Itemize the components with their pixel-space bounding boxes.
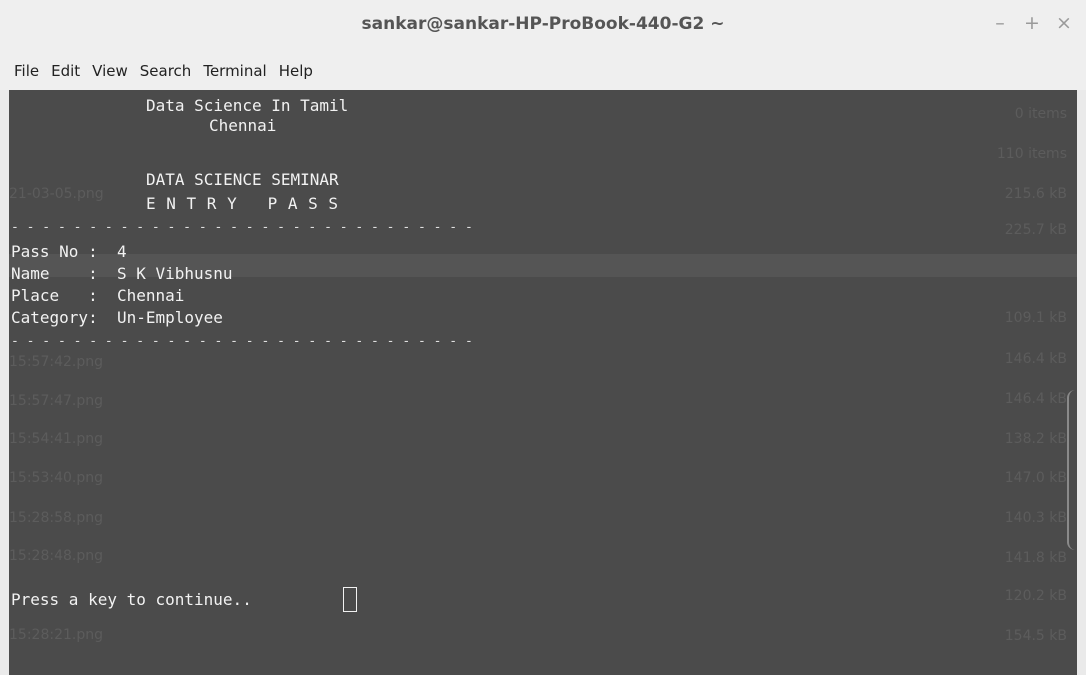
ghost-file-name: 15:28:21.png <box>9 627 103 643</box>
ghost-file-name: 15:53:40.png <box>9 470 103 486</box>
ghost-file-size: 109.1 kB <box>1004 310 1067 326</box>
terminal-cursor <box>343 587 357 612</box>
ghost-file-size: 141.8 kB <box>1004 550 1067 566</box>
ghost-file-size: 154.5 kB <box>1004 628 1067 644</box>
ghost-file-name: 21-03-05.png <box>9 186 104 202</box>
ghost-file-size: 225.7 kB <box>1004 222 1067 238</box>
ghost-file-size: 110 items <box>996 146 1067 162</box>
minimize-button[interactable]: – <box>992 12 1008 34</box>
divider-bottom: - - - - - - - - - - - - - - - - - - - - … <box>11 334 473 349</box>
menu-edit[interactable]: Edit <box>45 56 86 86</box>
pass-heading-line: E N T R Y P A S S <box>146 194 339 213</box>
ghost-file-size: 120.2 kB <box>1004 588 1067 604</box>
pass-no-line: Pass No : 4 <box>11 242 127 261</box>
category-line: Category: Un-Employee <box>11 308 223 327</box>
menu-view[interactable]: View <box>86 56 134 86</box>
ghost-file-name: 15:54:41.png <box>9 431 103 447</box>
ghost-file-size: 147.0 kB <box>1004 470 1067 486</box>
ghost-file-size: 140.3 kB <box>1004 510 1067 526</box>
menu-search[interactable]: Search <box>134 56 198 86</box>
terminal-window: sankar@sankar-HP-ProBook-440-G2 ~ – + × … <box>0 0 1086 675</box>
ghost-file-name: 15:28:48.png <box>9 548 103 564</box>
continue-prompt: Press a key to continue.. <box>11 590 252 609</box>
window-title: sankar@sankar-HP-ProBook-440-G2 ~ <box>361 14 725 34</box>
menu-help[interactable]: Help <box>273 56 319 86</box>
divider-top: - - - - - - - - - - - - - - - - - - - - … <box>11 220 473 235</box>
menu-file[interactable]: File <box>8 56 45 86</box>
event-line: DATA SCIENCE SEMINAR <box>146 170 339 189</box>
city-line: Chennai <box>209 116 277 135</box>
menu-terminal[interactable]: Terminal <box>197 56 272 86</box>
maximize-button[interactable]: + <box>1024 12 1040 34</box>
ghost-file-size: 0 items <box>1014 106 1067 122</box>
background-file-sizes: 0 items 110 items 215.6 kB 225.7 kB 109.… <box>907 90 1067 675</box>
window-controls: – + × <box>992 12 1072 34</box>
name-line: Name : S K Vibhusnu <box>11 264 233 283</box>
ghost-file-size: 146.4 kB <box>1004 351 1067 367</box>
ghost-file-name: 15:28:58.png <box>9 510 103 526</box>
ghost-file-size: 146.4 kB <box>1004 391 1067 407</box>
ghost-file-name: 15:57:47.png <box>9 393 103 409</box>
title-bar[interactable]: sankar@sankar-HP-ProBook-440-G2 ~ – + × <box>0 0 1086 52</box>
ghost-file-name: 15:57:42.png <box>9 354 103 370</box>
place-line: Place : Chennai <box>11 286 185 305</box>
terminal-output[interactable]: 21-03-05.png 15:57:42.png 15:57:47.png 1… <box>9 90 1077 675</box>
org-line: Data Science In Tamil <box>146 96 349 115</box>
scrollbar[interactable] <box>1067 390 1077 550</box>
ghost-file-size: 215.6 kB <box>1004 186 1067 202</box>
ghost-file-size: 138.2 kB <box>1004 431 1067 447</box>
menu-bar: File Edit View Search Terminal Help <box>0 52 1086 90</box>
close-button[interactable]: × <box>1056 12 1072 34</box>
